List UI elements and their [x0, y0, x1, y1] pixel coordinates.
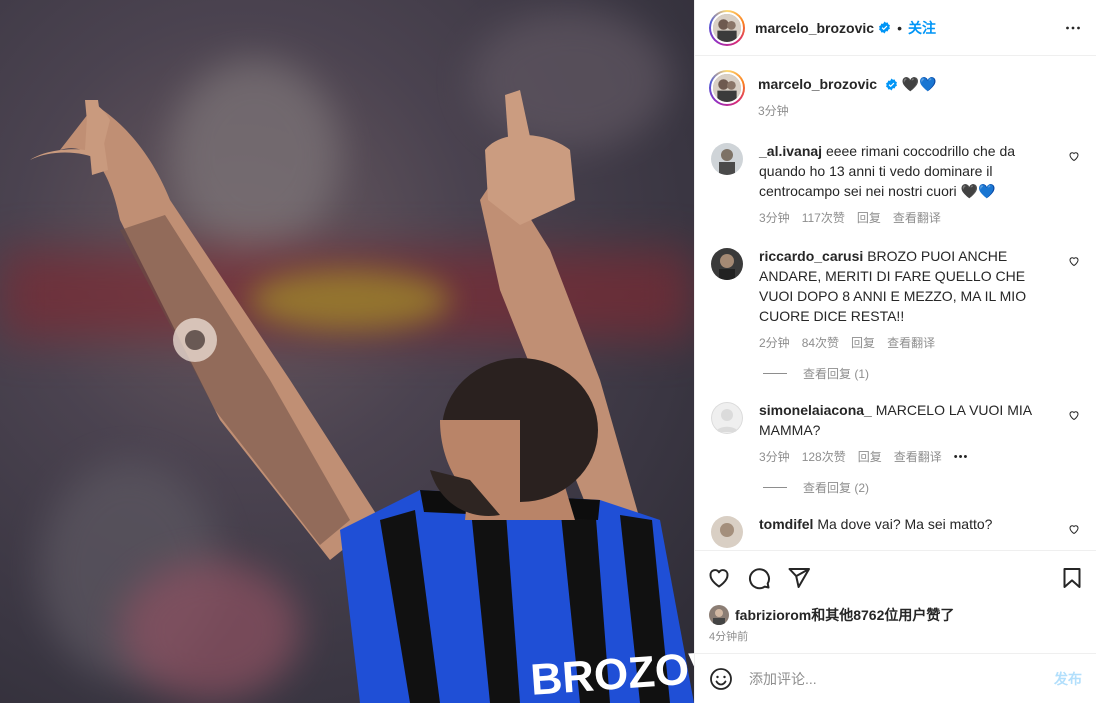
- replies-divider: [763, 487, 787, 488]
- post-comment-button[interactable]: 发布: [1054, 669, 1082, 689]
- post-header: marcelo_brozovic • 关注: [695, 0, 1096, 56]
- caption-text: 🖤💙: [901, 76, 937, 92]
- comment-input[interactable]: [749, 670, 1054, 687]
- author-username[interactable]: marcelo_brozovic: [755, 20, 874, 36]
- post-image[interactable]: BROZOVIĆ: [0, 0, 694, 703]
- comment-username[interactable]: _al.ivanaj: [759, 143, 822, 159]
- heart-icon[interactable]: [707, 566, 731, 590]
- comment-item: riccardo_carusi BROZO PUOI ANCHE ANDARE,…: [709, 246, 1080, 351]
- separator-dot: •: [897, 19, 902, 36]
- author-avatar[interactable]: [709, 9, 745, 46]
- emoji-icon[interactable]: [709, 667, 733, 691]
- commenter-avatar[interactable]: [711, 402, 743, 434]
- caption-username[interactable]: marcelo_brozovic: [758, 76, 877, 92]
- post-view: BROZOVIĆ marcelo_brozovic • 关注 marcelo_b…: [0, 0, 1096, 703]
- reply-button[interactable]: 回复: [857, 209, 881, 226]
- translate-button[interactable]: 查看翻译: [894, 448, 942, 465]
- reply-button[interactable]: 回复: [851, 334, 875, 351]
- post-caption: marcelo_brozovic 🖤💙 3分钟: [709, 70, 1080, 119]
- commenter-avatar[interactable]: [711, 516, 743, 548]
- comment-item: simonelaiacona_ MARCELO LA VUOI MIA MAMM…: [709, 400, 1080, 465]
- liker-avatar: [709, 605, 729, 625]
- commenter-avatar[interactable]: [711, 248, 743, 280]
- comment-likes[interactable]: 128次赞: [802, 448, 846, 465]
- comment-likes[interactable]: 117次赞: [802, 209, 845, 226]
- comment-time: 3分钟: [759, 211, 790, 225]
- comment-icon[interactable]: [747, 566, 771, 590]
- translate-button[interactable]: 查看翻译: [893, 209, 941, 226]
- verified-badge-icon: [886, 78, 897, 91]
- replies-divider: [763, 373, 787, 374]
- likes-summary[interactable]: fabriziorom和其他8762位用户赞了: [695, 604, 1096, 626]
- comment-like-heart-icon[interactable]: [1068, 408, 1080, 424]
- comment-like-heart-icon[interactable]: [1068, 149, 1080, 165]
- translate-button[interactable]: 查看翻译: [887, 334, 935, 351]
- comment-username[interactable]: tomdifel: [759, 516, 813, 532]
- post-time-ago: 4分钟前: [709, 631, 749, 643]
- comment-item: _al.ivanaj eeee rimani coccodrillo che d…: [709, 141, 1080, 226]
- post-actions-bar: [695, 550, 1096, 604]
- caption-time: 3分钟: [758, 104, 789, 118]
- comment-like-heart-icon[interactable]: [1068, 254, 1080, 270]
- comment-time: 3分钟: [759, 450, 790, 464]
- comment-text: Ma dove vai? Ma sei matto?: [817, 516, 993, 532]
- view-replies-button[interactable]: 查看回复 (2): [763, 479, 1080, 496]
- comment-like-heart-icon[interactable]: [1068, 522, 1080, 538]
- post-side-panel: marcelo_brozovic • 关注 marcelo_brozovic 🖤…: [694, 0, 1096, 703]
- caption-author-avatar[interactable]: [709, 70, 745, 106]
- view-replies-label: 查看回复 (1): [803, 367, 870, 381]
- add-comment-bar: 发布: [695, 653, 1096, 703]
- comment-likes[interactable]: 84次赞: [802, 334, 839, 351]
- view-replies-label: 查看回复 (2): [803, 481, 870, 495]
- reply-button[interactable]: 回复: [858, 448, 882, 465]
- comment-username[interactable]: riccardo_carusi: [759, 248, 863, 264]
- likes-text[interactable]: fabriziorom和其他8762位用户赞了: [735, 605, 954, 625]
- comment-username[interactable]: simonelaiacona_: [759, 402, 872, 418]
- verified-badge-icon: [879, 21, 890, 34]
- commenter-avatar[interactable]: [711, 143, 743, 175]
- view-replies-button[interactable]: 查看回复 (1): [763, 365, 1080, 382]
- comment-time: 2分钟: [759, 336, 790, 350]
- more-options-icon[interactable]: [1062, 17, 1084, 39]
- comment-options-button[interactable]: •••: [954, 451, 969, 463]
- comments-list[interactable]: marcelo_brozovic 🖤💙 3分钟 _al.ivanaj eeee …: [695, 56, 1096, 550]
- comment-item: tomdifel Ma dove vai? Ma sei matto?: [709, 514, 1080, 548]
- send-icon[interactable]: [787, 566, 811, 590]
- player-illustration: BROZOVIĆ: [30, 90, 694, 703]
- follow-button[interactable]: 关注: [908, 18, 936, 38]
- bookmark-icon[interactable]: [1060, 566, 1084, 590]
